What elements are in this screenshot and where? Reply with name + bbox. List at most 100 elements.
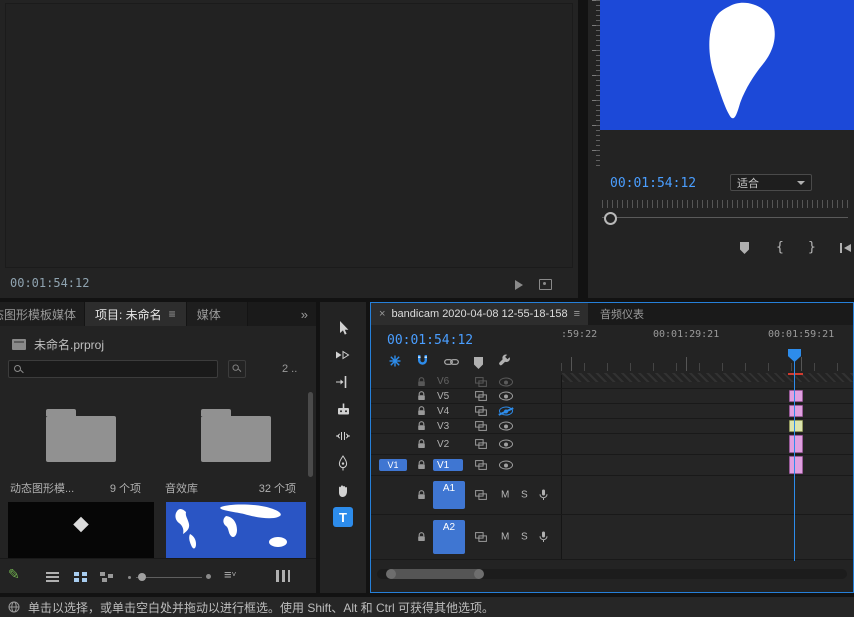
snap-magnet-icon[interactable] <box>416 354 429 372</box>
list-view-icon[interactable] <box>46 572 59 582</box>
list-item[interactable]: 动态图形模... 9 个项 <box>8 390 153 496</box>
sync-lock-icon[interactable] <box>475 490 487 500</box>
slip-tool[interactable] <box>333 426 353 446</box>
tab-overflow-chevrons[interactable]: » <box>293 302 316 326</box>
track-output-toggle-icon[interactable] <box>499 422 513 431</box>
lock-icon[interactable] <box>417 377 426 387</box>
add-marker-icon[interactable] <box>474 357 483 369</box>
type-tool[interactable]: T <box>333 507 353 527</box>
solo-toggle[interactable]: S <box>521 532 528 543</box>
linked-selection-icon[interactable] <box>444 354 459 372</box>
track-lane-v2[interactable] <box>562 434 853 454</box>
add-marker-icon[interactable] <box>740 242 749 254</box>
tab-media-browser[interactable]: 媒体 <box>187 302 248 326</box>
hand-tool[interactable] <box>333 480 353 500</box>
freeform-view-icon[interactable] <box>100 572 113 582</box>
nest-insert-icon[interactable] <box>389 354 401 372</box>
lock-icon[interactable] <box>417 391 426 401</box>
timeline-clip[interactable] <box>789 390 803 402</box>
go-to-in-icon[interactable] <box>840 243 852 253</box>
track-output-toggle-icon[interactable] <box>499 440 513 449</box>
automate-to-sequence-icon[interactable] <box>276 570 290 582</box>
track-target-v2[interactable]: V2 <box>433 438 463 450</box>
mute-toggle[interactable]: M <box>501 532 509 543</box>
project-file-row[interactable]: 未命名.prproj <box>12 336 104 352</box>
mute-toggle[interactable]: M <box>501 490 509 501</box>
time-ruler[interactable]: :59:22 00:01:29:21 00:01:59:21 <box>561 327 853 373</box>
close-icon[interactable]: × <box>379 308 385 320</box>
track-lane-v3[interactable] <box>562 419 853 433</box>
track-lane-v1[interactable] <box>562 455 853 475</box>
track-lane-v5[interactable] <box>562 389 853 403</box>
sync-lock-icon[interactable] <box>475 439 487 449</box>
project-writable-icon[interactable]: ✎ <box>8 567 20 581</box>
tab-motion-graphics-templates[interactable]: 态图形模板媒体 <box>0 302 85 326</box>
zoom-slider-handle[interactable] <box>138 573 146 581</box>
horizontal-scrollbar[interactable] <box>377 569 847 579</box>
track-target-v4[interactable]: V4 <box>433 405 463 417</box>
track-target-v5[interactable]: V5 <box>433 390 463 402</box>
ripple-edit-tool[interactable] <box>333 372 353 392</box>
voiceover-record-icon[interactable] <box>539 531 548 543</box>
tab-project[interactable]: 项目: 未命名 ≡ <box>85 302 187 326</box>
track-output-toggle-icon[interactable] <box>499 392 513 401</box>
tab-sequence[interactable]: × bandicam 2020-04-08 12-55-18-158 ≡ <box>371 303 588 325</box>
play-icon[interactable] <box>515 280 523 290</box>
track-output-off-icon[interactable] <box>499 407 513 416</box>
pen-tool[interactable] <box>333 453 353 473</box>
sort-icon[interactable]: ≡˅ <box>224 568 236 581</box>
search-input[interactable] <box>27 361 216 379</box>
sync-lock-icon[interactable] <box>475 460 487 470</box>
scrollbar-handle[interactable] <box>387 569 483 579</box>
track-output-toggle-icon[interactable] <box>499 377 513 386</box>
track-output-toggle-icon[interactable] <box>499 461 513 470</box>
sync-lock-icon[interactable] <box>475 391 487 401</box>
tab-audio-meters[interactable]: 音频仪表 <box>588 303 656 325</box>
program-scrubber[interactable] <box>602 200 848 230</box>
timeline-clip[interactable] <box>789 456 803 474</box>
lock-icon[interactable] <box>417 421 426 431</box>
timeline-clip[interactable] <box>789 405 803 417</box>
vertical-scrollbar[interactable] <box>308 392 313 477</box>
sync-lock-icon[interactable] <box>475 377 487 387</box>
clip-thumbnail-worldmap[interactable] <box>166 502 306 558</box>
razor-tool[interactable] <box>333 399 353 419</box>
scrubber-playhead-handle[interactable] <box>604 212 617 225</box>
source-patch-v1[interactable]: V1 <box>379 459 407 471</box>
sync-lock-icon[interactable] <box>475 532 487 542</box>
timeline-settings-wrench-icon[interactable] <box>498 354 511 372</box>
playhead-line[interactable] <box>794 361 795 561</box>
track-select-forward-tool[interactable] <box>333 345 353 365</box>
sync-lock-icon[interactable] <box>475 406 487 416</box>
export-frame-icon[interactable] <box>539 279 552 290</box>
panel-menu-icon[interactable]: ≡ <box>574 308 580 320</box>
lock-icon[interactable] <box>417 490 426 500</box>
track-target-v3[interactable]: V3 <box>433 420 463 432</box>
selection-tool[interactable] <box>333 318 353 338</box>
solo-toggle[interactable]: S <box>521 490 528 501</box>
zoom-level-select[interactable]: 适合 <box>730 174 812 191</box>
track-lane-v4[interactable] <box>562 404 853 418</box>
mark-in-icon[interactable]: { <box>776 240 784 255</box>
track-lane-a1[interactable] <box>562 476 853 514</box>
lock-icon[interactable] <box>417 460 426 470</box>
lock-icon[interactable] <box>417 532 426 542</box>
track-target-v6[interactable]: V6 <box>433 376 463 388</box>
mark-out-icon[interactable]: } <box>808 240 816 255</box>
track-lane-a2[interactable] <box>562 515 853 559</box>
lock-icon[interactable] <box>417 439 426 449</box>
track-target-a1[interactable]: A1 <box>433 481 465 509</box>
search-box[interactable] <box>8 360 218 378</box>
track-target-a2[interactable]: A2 <box>433 520 465 554</box>
track-target-v1[interactable]: V1 <box>433 459 463 471</box>
timeline-clip[interactable] <box>789 420 803 432</box>
clip-thumbnail-dark[interactable] <box>8 502 154 558</box>
filter-bin-icon[interactable] <box>228 360 246 378</box>
voiceover-record-icon[interactable] <box>539 489 548 501</box>
panel-menu-icon[interactable]: ≡ <box>169 307 176 321</box>
list-item[interactable]: 音效库 32 个项 <box>163 390 308 496</box>
timeline-clip[interactable] <box>789 435 803 453</box>
icon-view-icon[interactable] <box>74 572 87 582</box>
sync-lock-icon[interactable] <box>475 421 487 431</box>
lock-icon[interactable] <box>417 406 426 416</box>
